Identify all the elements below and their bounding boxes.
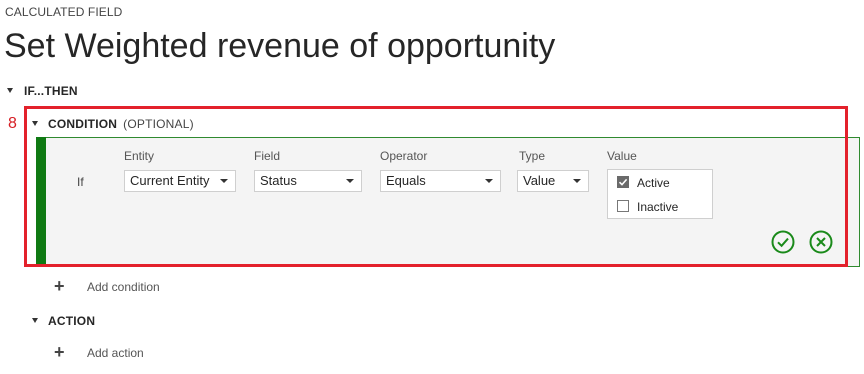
step-marker: 8 <box>8 115 17 132</box>
confirm-button[interactable] <box>771 230 795 254</box>
condition-label: CONDITION <box>48 117 118 131</box>
action-section-label[interactable]: ACTION <box>48 314 95 328</box>
checkmark-icon <box>618 178 628 186</box>
page-title: Set Weighted revenue of opportunity <box>4 27 556 65</box>
operator-select[interactable]: Equals <box>380 170 501 192</box>
field-select[interactable]: Status <box>254 170 362 192</box>
page-kicker: CALCULATED FIELD <box>5 5 123 19</box>
entity-column-label: Entity <box>124 149 155 163</box>
entity-select-value: Current Entity <box>130 173 210 188</box>
x-circle-icon <box>809 230 833 254</box>
chevron-down-icon <box>573 179 581 183</box>
condition-optional-label: (OPTIONAL) <box>123 117 194 131</box>
field-select-value: Status <box>260 173 297 188</box>
add-condition-link[interactable]: Add condition <box>87 280 160 294</box>
chevron-down-icon <box>485 179 493 183</box>
inactive-option-label[interactable]: Inactive <box>637 200 678 214</box>
entity-select[interactable]: Current Entity <box>124 170 236 192</box>
cancel-button[interactable] <box>809 230 833 254</box>
collapse-arrow-icon[interactable] <box>32 121 38 126</box>
field-column-label: Field <box>254 149 281 163</box>
operator-select-value: Equals <box>386 173 426 188</box>
add-action-plus-icon[interactable]: + <box>54 343 65 361</box>
if-label: If <box>77 175 84 189</box>
collapse-arrow-icon[interactable] <box>7 88 13 93</box>
add-action-link[interactable]: Add action <box>87 346 144 360</box>
ifthen-section-label[interactable]: IF...THEN <box>24 84 78 98</box>
collapse-arrow-icon[interactable] <box>32 318 38 323</box>
chevron-down-icon <box>346 179 354 183</box>
operator-column-label: Operator <box>380 149 428 163</box>
check-circle-icon <box>771 230 795 254</box>
condition-section-header[interactable]: CONDITION (OPTIONAL) <box>48 117 194 131</box>
value-column-label: Value <box>607 149 637 163</box>
inactive-checkbox[interactable] <box>617 200 629 212</box>
active-checkbox[interactable] <box>617 176 629 188</box>
type-column-label: Type <box>519 149 546 163</box>
active-option-label[interactable]: Active <box>637 176 670 190</box>
type-select-value: Value <box>523 173 556 188</box>
add-condition-plus-icon[interactable]: + <box>54 277 65 295</box>
type-select[interactable]: Value <box>517 170 589 192</box>
chevron-down-icon <box>220 179 228 183</box>
